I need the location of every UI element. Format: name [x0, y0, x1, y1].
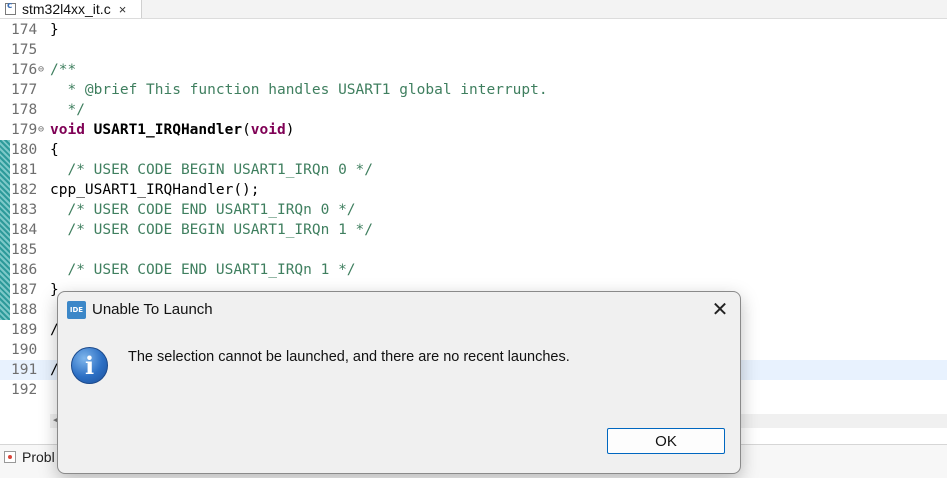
code-text: cpp_USART1_IRQHandler(); — [50, 182, 260, 198]
code-comment: /* USER CODE BEGIN USART1_IRQn 0 */ — [50, 162, 374, 178]
line-number: 188 — [11, 302, 38, 318]
close-icon[interactable]: × — [119, 2, 127, 17]
close-icon[interactable]: ✕ — [707, 298, 733, 324]
line-number: 174 — [11, 22, 38, 38]
line-number: 176 — [11, 62, 38, 78]
code-line: 186 /* USER CODE END USART1_IRQn 1 */ — [0, 260, 947, 280]
code-line: 174 } — [0, 20, 947, 40]
line-number: 177 — [11, 82, 38, 98]
code-line: 185 — [0, 240, 947, 260]
code-comment: * @brief This function handles USART1 gl… — [50, 82, 548, 98]
unable-to-launch-dialog: IDE Unable To Launch ✕ i The selection c… — [57, 291, 741, 474]
line-number: 183 — [11, 202, 38, 218]
code-line: 184 /* USER CODE BEGIN USART1_IRQn 1 */ — [0, 220, 947, 240]
c-file-icon — [5, 1, 16, 15]
function-name: USART1_IRQHandler — [93, 122, 243, 138]
code-text: void USART1_IRQHandler(void) — [50, 120, 294, 140]
dialog-title: Unable To Launch — [92, 301, 213, 318]
paren-open: ( — [242, 122, 251, 138]
line-number: 186 — [11, 262, 38, 278]
paren-close: ) — [285, 122, 295, 138]
code-line: 179 ⊖ void USART1_IRQHandler(void) — [0, 120, 947, 140]
code-line: 180 { — [0, 140, 947, 160]
code-line: 181 /* USER CODE BEGIN USART1_IRQn 0 */ — [0, 160, 947, 180]
keyword-void: void — [50, 122, 85, 138]
code-line: 183 /* USER CODE END USART1_IRQn 0 */ — [0, 200, 947, 220]
line-number: 180 — [11, 142, 38, 158]
info-icon: i — [71, 347, 108, 384]
line-number: 184 — [11, 222, 38, 238]
problems-tab[interactable]: Probl — [0, 445, 57, 469]
line-number: 192 — [11, 382, 38, 398]
editor-tab[interactable]: stm32l4xx_it.c × — [0, 0, 142, 18]
code-comment: /** — [50, 62, 77, 78]
code-text: { — [50, 142, 59, 158]
code-text: } — [50, 22, 59, 38]
line-number: 178 — [11, 102, 38, 118]
code-line: 177 * @brief This function handles USART… — [0, 80, 947, 100]
code-line: 176 ⊖ /** — [0, 60, 947, 80]
problems-tab-label: Probl — [22, 449, 55, 465]
problems-icon — [4, 451, 16, 463]
line-number: 175 — [11, 42, 38, 58]
fold-collapse-icon[interactable]: ⊖ — [38, 60, 44, 80]
dialog-title-bar[interactable]: IDE Unable To Launch ✕ — [58, 292, 740, 328]
line-number: 191 — [11, 362, 38, 378]
code-line: 178 */ — [0, 100, 947, 120]
line-number: 182 — [11, 182, 38, 198]
ok-button[interactable]: OK — [607, 428, 725, 454]
code-comment: */ — [50, 102, 85, 118]
line-number: 189 — [11, 322, 38, 338]
code-comment: /* USER CODE BEGIN USART1_IRQn 1 */ — [50, 222, 374, 238]
code-line: 175 — [0, 40, 947, 60]
fold-collapse-icon[interactable]: ⊖ — [38, 120, 44, 140]
line-number: 179 — [11, 122, 38, 138]
editor-tab-label: stm32l4xx_it.c — [22, 1, 111, 17]
line-number: 181 — [11, 162, 38, 178]
line-number: 190 — [11, 342, 38, 358]
line-number: 187 — [11, 282, 38, 298]
editor-tab-strip: stm32l4xx_it.c × — [0, 0, 947, 19]
keyword-void: void — [250, 122, 286, 138]
code-line: 182 cpp_USART1_IRQHandler(); — [0, 180, 947, 200]
code-comment: /* USER CODE END USART1_IRQn 0 */ — [50, 202, 356, 218]
ide-app-icon: IDE — [67, 301, 86, 319]
dialog-message: The selection cannot be launched, and th… — [128, 349, 570, 365]
line-number: 185 — [11, 242, 38, 258]
code-comment: /* USER CODE END USART1_IRQn 1 */ — [50, 262, 356, 278]
